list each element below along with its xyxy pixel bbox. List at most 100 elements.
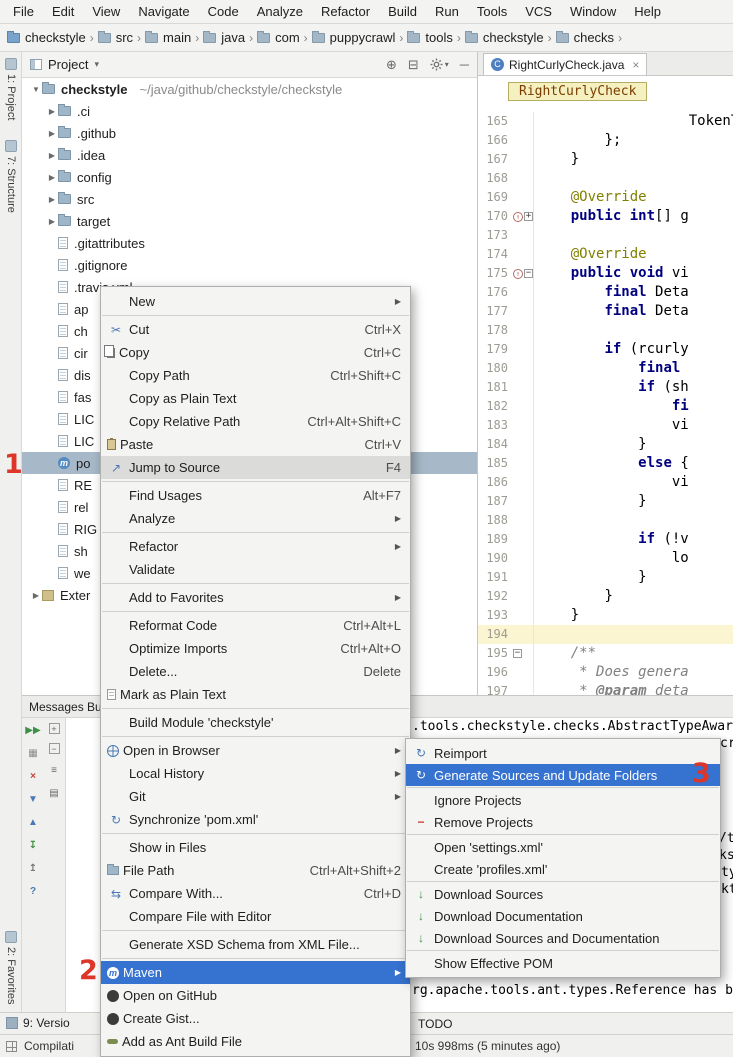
chevron-down-icon[interactable]: ▾ <box>94 59 99 70</box>
menubar-item-analyze[interactable]: Analyze <box>248 0 312 23</box>
breadcrumb-item-main[interactable]: main <box>144 30 192 45</box>
menu-item-copy-relative-path[interactable]: Copy Relative PathCtrl+Alt+Shift+C <box>101 410 410 433</box>
fold-minus-icon[interactable]: − <box>513 649 522 658</box>
collapsed-arrow-icon[interactable]: ▶ <box>46 195 58 204</box>
menubar-item-view[interactable]: View <box>83 0 129 23</box>
breadcrumb-item-com[interactable]: com <box>256 30 301 45</box>
menu-item-git[interactable]: Git▶ <box>101 785 410 808</box>
menubar-item-navigate[interactable]: Navigate <box>129 0 198 23</box>
breadcrumb-item-checkstyle[interactable]: checkstyle <box>464 30 545 45</box>
menu-item-build-module-checkstyle[interactable]: Build Module 'checkstyle' <box>101 711 410 734</box>
expanded-arrow-icon[interactable]: ▼ <box>30 85 42 94</box>
filter-icon[interactable]: ≡ <box>46 763 62 777</box>
tree-item-config[interactable]: ▶config <box>22 166 477 188</box>
menu-item-remove-projects[interactable]: −Remove Projects <box>406 811 720 833</box>
menu-item-copy[interactable]: CopyCtrl+C <box>101 341 410 364</box>
collapsed-arrow-icon[interactable]: ▶ <box>46 151 58 160</box>
breadcrumb-item-src[interactable]: src <box>97 30 134 45</box>
tree-item-src[interactable]: ▶src <box>22 188 477 210</box>
tool-window-button-2-favorites[interactable]: 2: Favorites <box>0 931 22 1004</box>
menu-item-generate-sources-and-update-folders[interactable]: ↻Generate Sources and Update Folders <box>406 764 720 786</box>
menubar-item-code[interactable]: Code <box>199 0 248 23</box>
fold-plus-icon[interactable]: + <box>524 212 533 221</box>
collapsed-arrow-icon[interactable]: ▶ <box>46 217 58 226</box>
tool-window-button-1-project[interactable]: 1: Project <box>0 58 22 120</box>
menu-item-show-effective-pom[interactable]: Show Effective POM <box>406 952 720 974</box>
scroll-to-end-icon[interactable]: ↧ <box>25 838 41 852</box>
menu-item-create-profiles-xml[interactable]: Create 'profiles.xml' <box>406 858 720 880</box>
menu-item-download-documentation[interactable]: ↓Download Documentation <box>406 905 720 927</box>
collapsed-arrow-icon[interactable]: ▶ <box>30 591 42 600</box>
breadcrumb-item-puppycrawl[interactable]: puppycrawl <box>311 30 397 45</box>
prev-message-icon[interactable]: ▲ <box>25 815 41 829</box>
settings-icon[interactable]: ▤ <box>46 786 62 800</box>
tree-item-target[interactable]: ▶target <box>22 210 477 232</box>
menu-item-create-gist[interactable]: Create Gist... <box>101 1007 410 1030</box>
menubar-item-help[interactable]: Help <box>625 0 670 23</box>
menu-item-reformat-code[interactable]: Reformat CodeCtrl+Alt+L <box>101 614 410 637</box>
export-icon[interactable]: ↥ <box>25 861 41 875</box>
menu-item-ignore-projects[interactable]: Ignore Projects <box>406 789 720 811</box>
collapsed-arrow-icon[interactable]: ▶ <box>46 173 58 182</box>
menu-item-find-usages[interactable]: Find UsagesAlt+F7 <box>101 484 410 507</box>
settings-gear-icon[interactable]: ▾ <box>430 58 449 72</box>
menu-item-mark-as-plain-text[interactable]: Mark as Plain Text <box>101 683 410 706</box>
tool-window-button-todo[interactable]: TODO <box>418 1017 452 1031</box>
tool-window-button-7-structure[interactable]: 7: Structure <box>0 140 22 213</box>
menubar-item-edit[interactable]: Edit <box>43 0 83 23</box>
menu-item-open-settings-xml[interactable]: Open 'settings.xml' <box>406 836 720 858</box>
stop-icon[interactable]: ▦ <box>25 746 41 760</box>
menu-item-copy-path[interactable]: Copy PathCtrl+Shift+C <box>101 364 410 387</box>
hide-panel-icon[interactable]: ─ <box>460 58 469 72</box>
locate-icon[interactable]: ⊕ <box>386 58 397 72</box>
help-icon[interactable]: ? <box>25 884 41 898</box>
menu-item-compare-file-with-editor[interactable]: Compare File with Editor <box>101 905 410 928</box>
menubar-item-tools[interactable]: Tools <box>468 0 516 23</box>
project-panel-title[interactable]: Project <box>48 57 88 72</box>
menu-item-paste[interactable]: PasteCtrl+V <box>101 433 410 456</box>
breadcrumb-item-checkstyle[interactable]: checkstyle <box>6 30 87 45</box>
fold-minus-icon[interactable]: − <box>524 269 533 278</box>
tree-item-gitattributes[interactable]: .gitattributes <box>22 232 477 254</box>
menu-item-file-path[interactable]: File PathCtrl+Alt+Shift+2 <box>101 859 410 882</box>
override-method-icon[interactable]: ↑ <box>513 212 523 222</box>
menubar-item-run[interactable]: Run <box>426 0 468 23</box>
menu-item-cut[interactable]: ✂CutCtrl+X <box>101 318 410 341</box>
editor-tab-rightcurlycheck[interactable]: C RightCurlyCheck.java × <box>483 53 647 75</box>
menu-item-optimize-imports[interactable]: Optimize ImportsCtrl+Alt+O <box>101 637 410 660</box>
menu-item-synchronize-pom-xml[interactable]: ↻Synchronize 'pom.xml' <box>101 808 410 831</box>
menubar-item-window[interactable]: Window <box>561 0 625 23</box>
menubar-item-file[interactable]: File <box>4 0 43 23</box>
breadcrumb-item-checks[interactable]: checks <box>555 30 615 45</box>
menu-item-generate-xsd-schema-from-xml-file[interactable]: Generate XSD Schema from XML File... <box>101 933 410 956</box>
tree-item-github[interactable]: ▶.github <box>22 122 477 144</box>
close-icon[interactable]: × <box>25 769 41 783</box>
menu-item-reimport[interactable]: ↻Reimport <box>406 742 720 764</box>
rerun-icon[interactable]: ▶▶ <box>25 723 41 737</box>
expand-all-icon[interactable]: + <box>49 723 60 734</box>
menu-item-new[interactable]: New▶ <box>101 290 410 313</box>
menubar-item-build[interactable]: Build <box>379 0 426 23</box>
close-tab-icon[interactable]: × <box>632 58 639 72</box>
menu-item-open-in-browser[interactable]: Open in Browser▶ <box>101 739 410 762</box>
menu-item-download-sources[interactable]: ↓Download Sources <box>406 883 720 905</box>
menu-item-delete[interactable]: Delete...Delete <box>101 660 410 683</box>
tree-item-ci[interactable]: ▶.ci <box>22 100 477 122</box>
menubar-item-vcs[interactable]: VCS <box>516 0 561 23</box>
breadcrumb-item-java[interactable]: java <box>202 30 246 45</box>
menu-item-compare-with[interactable]: ⇆Compare With...Ctrl+D <box>101 882 410 905</box>
collapsed-arrow-icon[interactable]: ▶ <box>46 107 58 116</box>
menu-item-add-to-favorites[interactable]: Add to Favorites▶ <box>101 586 410 609</box>
tree-root-checkstyle[interactable]: ▼checkstyle~/java/github/checkstyle/chec… <box>22 78 477 100</box>
tree-item-gitignore[interactable]: .gitignore <box>22 254 477 276</box>
menu-item-download-sources-and-documentation[interactable]: ↓Download Sources and Documentation <box>406 927 720 949</box>
collapse-all-icon[interactable]: − <box>49 743 60 754</box>
menu-item-add-as-ant-build-file[interactable]: Add as Ant Build File <box>101 1030 410 1053</box>
menu-item-jump-to-source[interactable]: ↗Jump to SourceF4 <box>101 456 410 479</box>
toolwindow-toggle-icon[interactable] <box>6 1041 17 1052</box>
collapse-all-icon[interactable]: ⊟ <box>408 58 419 72</box>
menu-item-open-on-github[interactable]: Open on GitHub <box>101 984 410 1007</box>
menu-item-local-history[interactable]: Local History▶ <box>101 762 410 785</box>
menu-item-copy-as-plain-text[interactable]: Copy as Plain Text <box>101 387 410 410</box>
menubar-item-refactor[interactable]: Refactor <box>312 0 379 23</box>
